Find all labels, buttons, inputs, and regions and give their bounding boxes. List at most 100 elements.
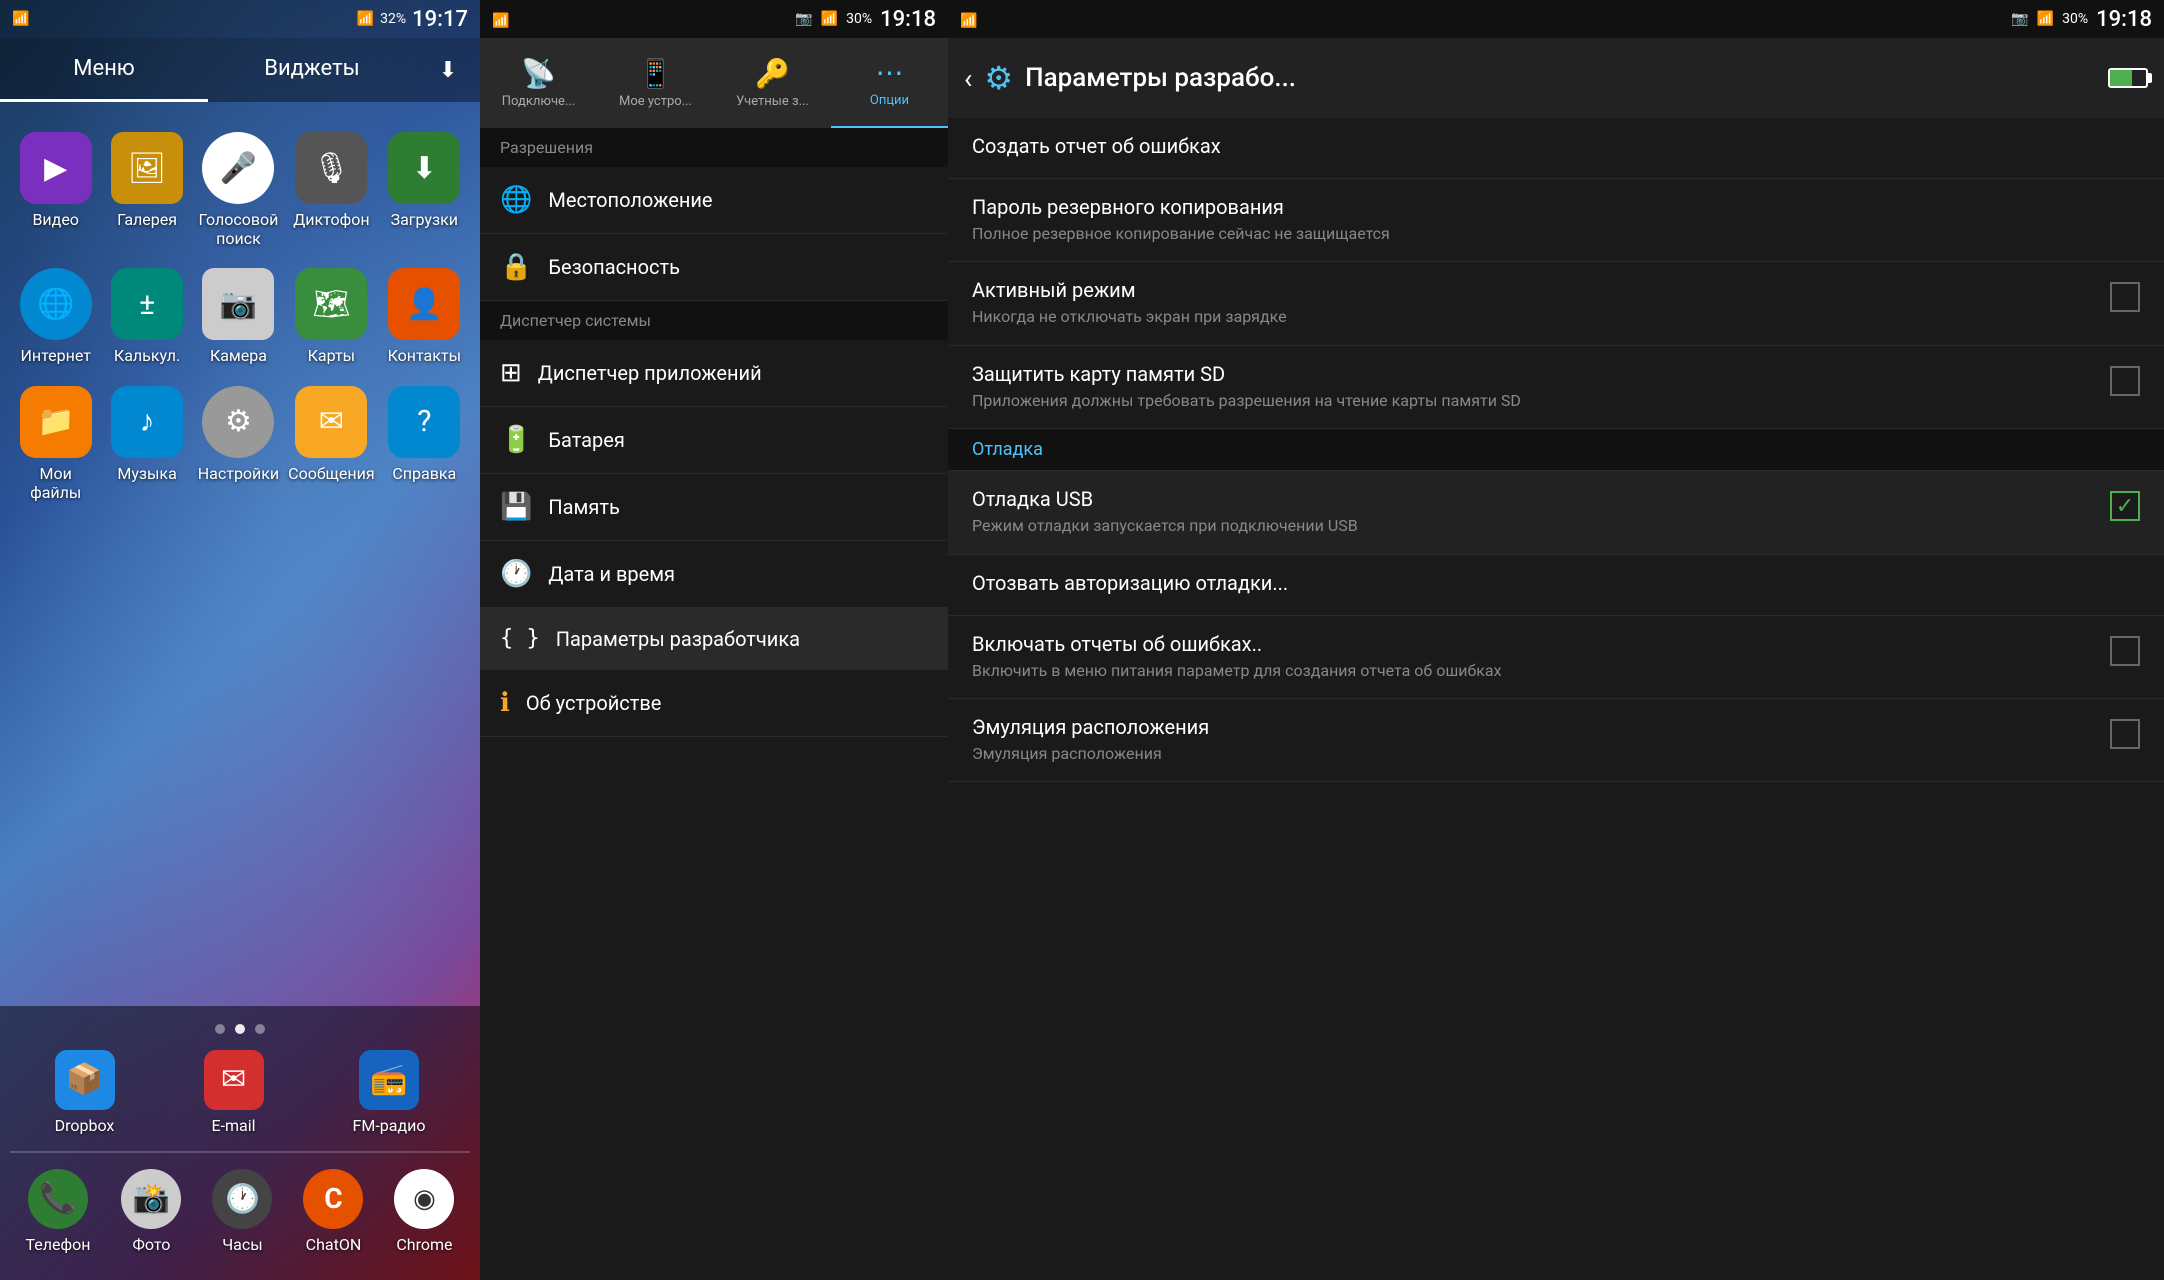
dev-item-left-usb-debug: Отладка USB Режим отладки запускается пр… xyxy=(972,487,2098,537)
datetime-label: Дата и время xyxy=(548,562,675,586)
app-label-email: E-mail xyxy=(212,1116,256,1135)
checkbox-stay-awake[interactable] xyxy=(2110,282,2140,312)
app-voice-search[interactable]: 🎤 Голосовой поиск xyxy=(193,122,284,258)
checkbox-mock-location[interactable] xyxy=(2110,719,2140,749)
dev-item-stay-awake[interactable]: Активный режим Никогда не отключать экра… xyxy=(948,262,2164,345)
settings-item-datetime[interactable]: 🕐 Дата и время xyxy=(480,541,948,608)
app-icon-help: ? xyxy=(388,386,460,458)
settings-status-left: 📶 xyxy=(492,10,509,29)
dock-clock[interactable]: 🕐 Часы xyxy=(206,1163,278,1260)
app-label-downloads: Загрузки xyxy=(391,210,458,229)
app-video[interactable]: ▶ Видео xyxy=(10,122,101,258)
storage-label: Память xyxy=(548,495,619,519)
datetime-icon: 🕐 xyxy=(500,559,532,589)
dev-options-list: Создать отчет об ошибках Пароль резервно… xyxy=(948,118,2164,1280)
dev-item-title-protect-sd: Защитить карту памяти SD xyxy=(972,362,2098,386)
checkbox-bug-reports[interactable] xyxy=(2110,636,2140,666)
settings-tab-device[interactable]: 📱 Мое устро... xyxy=(597,38,714,128)
app-label-gallery: Галерея xyxy=(117,210,177,229)
app-internet[interactable]: 🌐 Интернет xyxy=(10,258,101,375)
app-help[interactable]: ? Справка xyxy=(379,376,470,512)
dev-item-sub-mock-location: Эмуляция расположения xyxy=(972,743,2098,765)
app-music[interactable]: ♪ Музыка xyxy=(101,376,192,512)
settings-panel: 📶 📷 📶 30% 19:18 📡 Подключе... 📱 Мое устр… xyxy=(480,0,948,1280)
dock-phone[interactable]: 📞 Телефон xyxy=(20,1163,97,1260)
page-dots xyxy=(0,1016,480,1034)
back-button[interactable]: ‹ xyxy=(964,62,972,95)
app-messages[interactable]: ✉ Сообщения xyxy=(284,376,378,512)
dev-item-protect-sd[interactable]: Защитить карту памяти SD Приложения долж… xyxy=(948,346,2164,429)
dev-status-bar: 📶 📷 📶 30% 19:18 xyxy=(948,0,2164,38)
dev-item-usb-debug[interactable]: Отладка USB Режим отладки запускается пр… xyxy=(948,471,2164,554)
accounts-icon: 🔑 xyxy=(755,57,790,90)
tab-menu[interactable]: Меню xyxy=(0,38,208,102)
app-icon-maps: 🗺 xyxy=(295,268,367,340)
dev-section-debug: Отладка xyxy=(948,429,2164,471)
about-icon: ℹ xyxy=(500,688,510,718)
app-label-internet: Интернет xyxy=(20,346,91,365)
app-label-music: Музыка xyxy=(117,464,176,483)
tab-download[interactable]: ⬇ xyxy=(416,38,480,102)
dev-item-bug-report[interactable]: Создать отчет об ошибках xyxy=(948,118,2164,179)
settings-item-developer[interactable]: { } Параметры разработчика xyxy=(480,608,948,670)
app-label-dictaphone: Диктофон xyxy=(293,210,369,229)
dev-header: ‹ ⚙ Параметры разрабо... xyxy=(948,38,2164,118)
settings-tab-connections[interactable]: 📡 Подключе... xyxy=(480,38,597,128)
dev-item-backup-password[interactable]: Пароль резервного копирования Полное рез… xyxy=(948,179,2164,262)
dock-label-chaton: ChatON xyxy=(306,1235,362,1254)
app-label-contacts: Контакты xyxy=(388,346,461,365)
settings-item-appmanager[interactable]: ⊞ Диспетчер приложений xyxy=(480,340,948,407)
tab-widgets[interactable]: Виджеты xyxy=(208,38,416,102)
app-icon-email: ✉ xyxy=(204,1050,264,1110)
app-icon-dictaphone: 🎙 xyxy=(295,132,367,204)
dev-item-bug-reports[interactable]: Включать отчеты об ошибках.. Включить в … xyxy=(948,616,2164,699)
appmanager-icon: ⊞ xyxy=(500,358,522,388)
checkbox-protect-sd[interactable] xyxy=(2110,366,2140,396)
dev-item-title-backup-password: Пароль резервного копирования xyxy=(972,195,2140,219)
settings-item-about[interactable]: ℹ Об устройстве xyxy=(480,670,948,737)
settings-tab-bar: 📡 Подключе... 📱 Мое устро... 🔑 Учетные з… xyxy=(480,38,948,128)
settings-item-battery[interactable]: 🔋 Батарея xyxy=(480,407,948,474)
home-dock: 📦 Dropbox ✉ E-mail 📻 FM-радио 📞 Телефон … xyxy=(0,1006,480,1280)
settings-item-location[interactable]: 🌐 Местоположение xyxy=(480,167,948,234)
dev-item-revoke-debug[interactable]: Отозвать авторизацию отладки... xyxy=(948,555,2164,616)
dock-label-chrome: Chrome xyxy=(396,1235,452,1254)
checkbox-usb-debug[interactable]: ✓ xyxy=(2110,491,2140,521)
dock-photo[interactable]: 📸 Фото xyxy=(115,1163,187,1260)
app-settings[interactable]: ⚙ Настройки xyxy=(193,376,284,512)
dev-item-sub-bug-reports: Включить в меню питания параметр для соз… xyxy=(972,660,2098,682)
appmanager-label: Диспетчер приложений xyxy=(538,361,762,385)
dot-3 xyxy=(255,1024,265,1034)
app-email[interactable]: ✉ E-mail xyxy=(198,1044,270,1141)
app-contacts[interactable]: 👤 Контакты xyxy=(379,258,470,375)
dev-item-sub-usb-debug: Режим отладки запускается при подключени… xyxy=(972,515,2098,537)
app-dictaphone[interactable]: 🎙 Диктофон xyxy=(284,122,378,258)
settings-tab-options[interactable]: ⋯ Опции xyxy=(831,38,948,128)
app-fmradio[interactable]: 📻 FM-радио xyxy=(347,1044,432,1141)
app-camera[interactable]: 📷 Камера xyxy=(193,258,284,375)
dock-chrome[interactable]: ◉ Chrome xyxy=(388,1163,460,1260)
app-myfiles[interactable]: 📁 Мои файлы xyxy=(10,376,101,512)
app-label-voice: Голосовой поиск xyxy=(197,210,280,248)
home-tab-bar: Меню Виджеты ⬇ xyxy=(0,38,480,102)
dock-chaton[interactable]: C ChatON xyxy=(297,1163,369,1260)
app-maps[interactable]: 🗺 Карты xyxy=(284,258,378,375)
battery-label: Батарея xyxy=(548,428,624,452)
app-calc[interactable]: ± Калькул. xyxy=(101,258,192,375)
app-grid: ▶ Видео 🖼 Галерея 🎤 Голосовой поиск 🎙 Ди… xyxy=(0,102,480,522)
battery-percent: 32% xyxy=(380,11,406,27)
dev-status-right: 📷 📶 30% 19:18 xyxy=(2011,7,2152,32)
dev-item-left-bug-reports: Включать отчеты об ошибках.. Включить в … xyxy=(972,632,2098,682)
settings-item-storage[interactable]: 💾 Память xyxy=(480,474,948,541)
dev-item-title-bug-reports: Включать отчеты об ошибках.. xyxy=(972,632,2098,656)
app-dropbox[interactable]: 📦 Dropbox xyxy=(49,1044,121,1141)
settings-item-security[interactable]: 🔒 Безопасность xyxy=(480,234,948,301)
app-label-help: Справка xyxy=(392,464,456,483)
settings-tab-accounts[interactable]: 🔑 Учетные з... xyxy=(714,38,831,128)
app-downloads[interactable]: ⬇ Загрузки xyxy=(379,122,470,258)
app-icon-downloads: ⬇ xyxy=(388,132,460,204)
app-gallery[interactable]: 🖼 Галерея xyxy=(101,122,192,258)
app-label-video: Видео xyxy=(32,210,78,229)
dev-item-mock-location[interactable]: Эмуляция расположения Эмуляция расположе… xyxy=(948,699,2164,782)
dev-item-title-revoke-debug: Отозвать авторизацию отладки... xyxy=(972,571,2140,595)
